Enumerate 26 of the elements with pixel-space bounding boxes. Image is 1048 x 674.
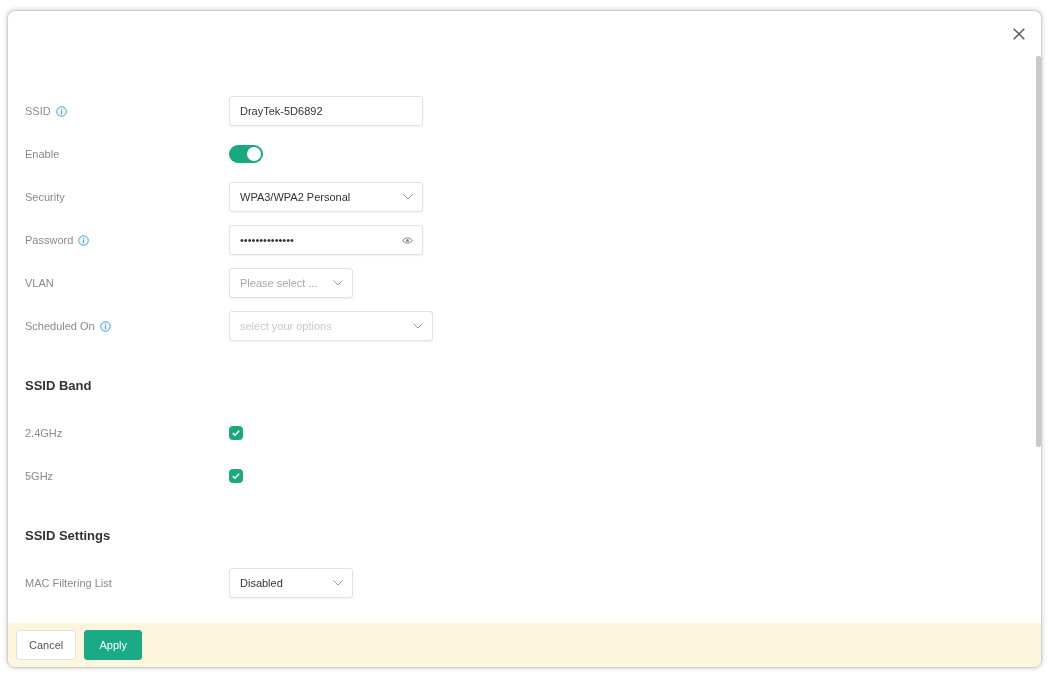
toggle-switch[interactable] [229,145,263,163]
chevron-down-icon [403,194,413,200]
footer-button[interactable]: Cancel [16,630,77,660]
dropdown-field[interactable]: Disabled [229,568,353,598]
password-input[interactable]: •••••••••••••• [229,225,423,255]
section-heading: SSID Settings [25,527,111,545]
chevron-down-icon [333,280,343,286]
field-label: Security [25,191,65,203]
chevron-down-icon [413,323,423,329]
field-label: MAC Filtering List [25,577,112,589]
checkbox[interactable] [229,426,243,440]
text-input[interactable]: DrayTek-5D6892 [229,96,423,126]
section-heading: SSID Band [25,377,92,395]
scrollbar-thumb[interactable] [1036,56,1041,448]
field-label: Password [25,234,74,246]
field-label: Enable [25,148,60,160]
field-label: Scheduled On [25,320,95,332]
eye-icon[interactable] [402,236,413,244]
field-label: VLAN [25,277,54,289]
field-label: 5GHz [25,470,54,482]
close-icon[interactable] [1013,27,1025,40]
field-label: 2.4GHz [25,427,63,439]
checkbox[interactable] [229,469,243,483]
select-field[interactable]: WPA3/WPA2 Personal [229,182,423,212]
field-label: SSID [25,105,51,117]
chevron-down-icon [333,580,343,586]
